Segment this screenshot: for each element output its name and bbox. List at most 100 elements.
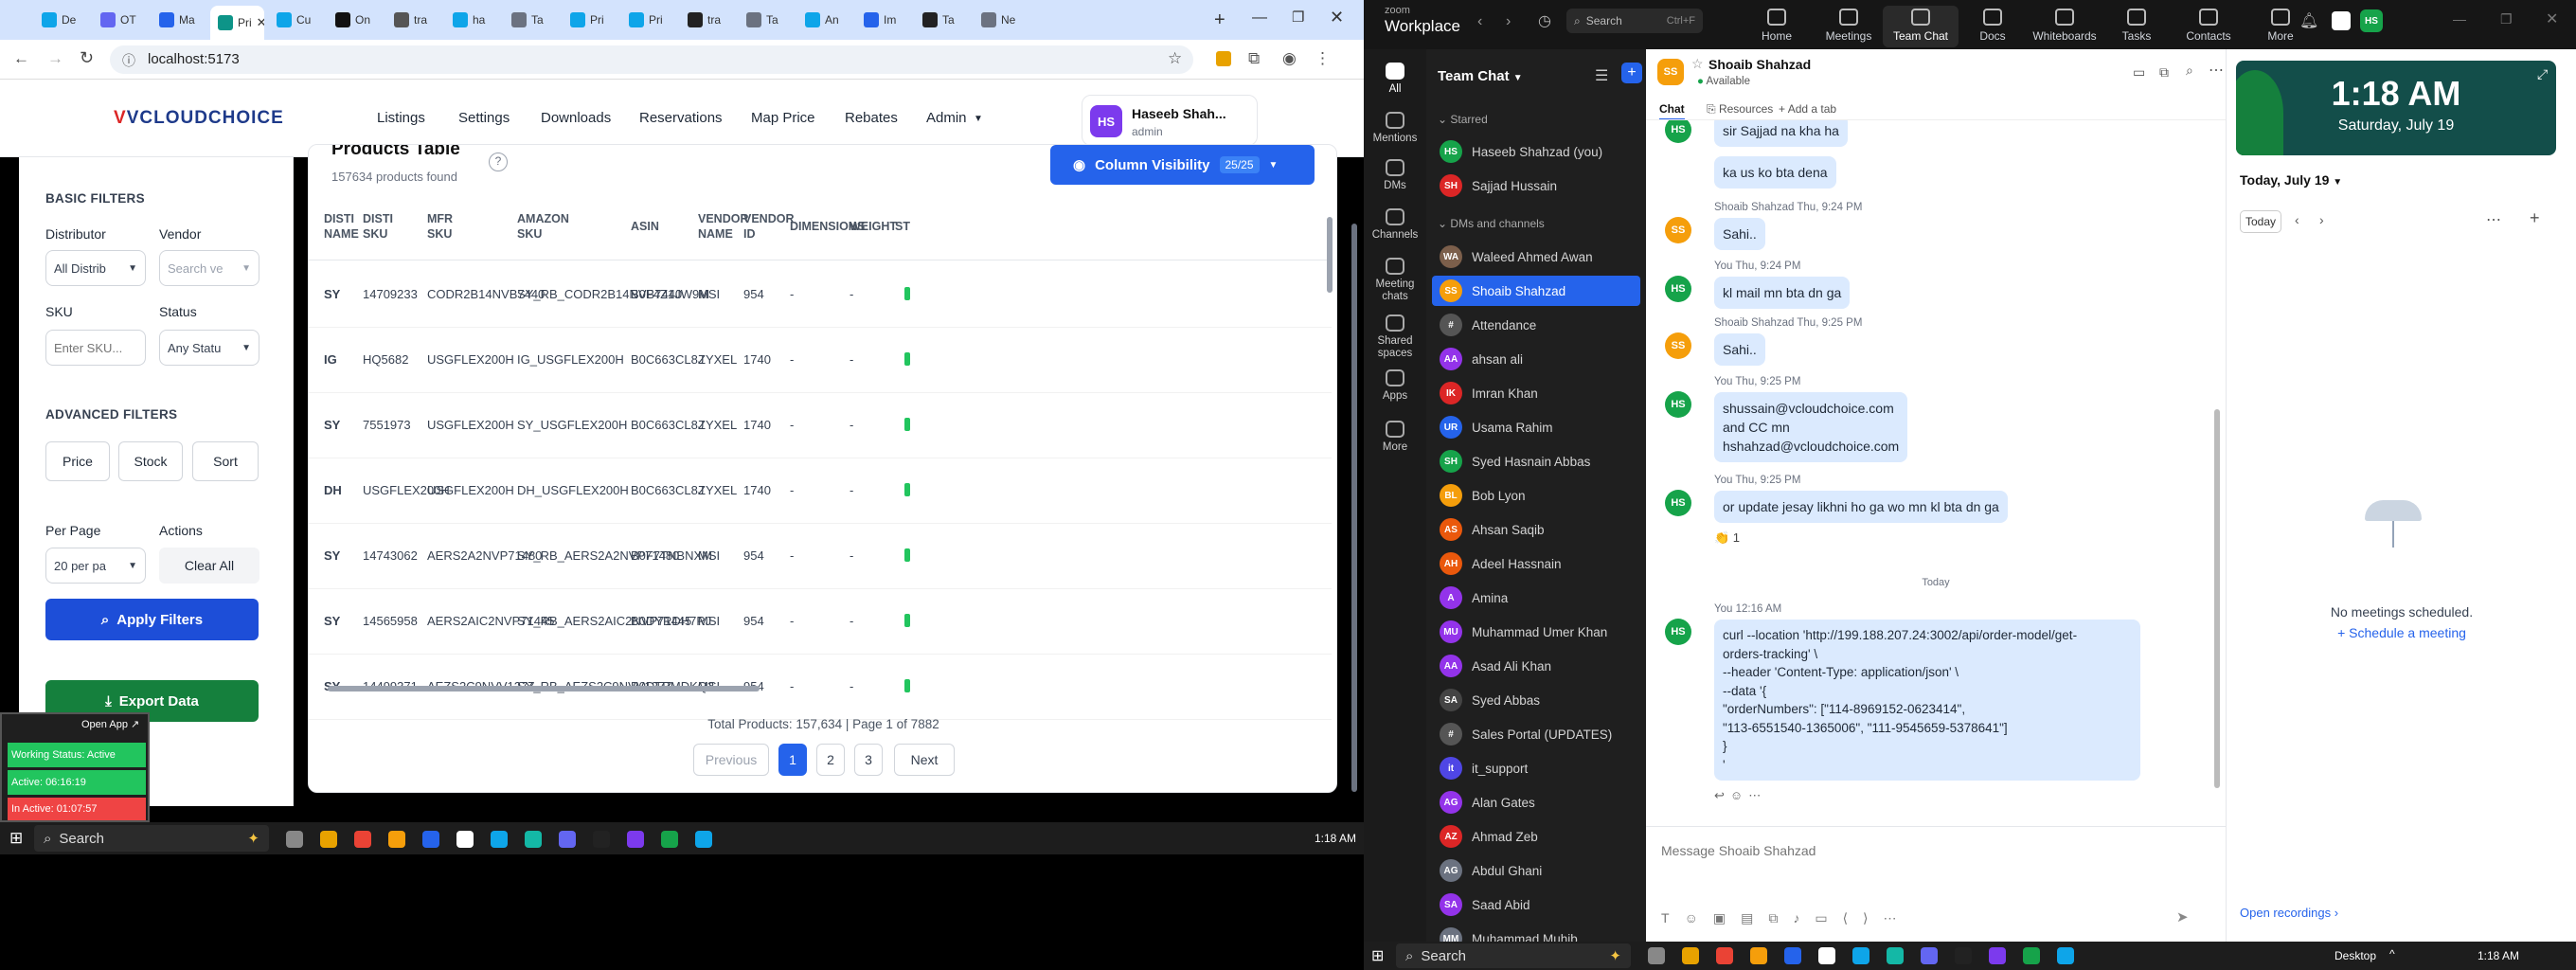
taskbar-app-icon[interactable] xyxy=(525,831,542,848)
windows-start-icon[interactable]: ⊞ xyxy=(9,829,23,848)
taskbar-app-icon[interactable] xyxy=(1989,947,2006,964)
contact-item[interactable]: WA Waleed Ahmed Awan xyxy=(1432,242,1640,272)
contact-item[interactable]: AH Adeel Hassnain xyxy=(1432,548,1640,579)
curl-message-bubble[interactable]: curl --location 'http://199.188.207.24:3… xyxy=(1714,620,2140,781)
help-icon[interactable]: ? xyxy=(489,153,508,171)
chat-contact-name[interactable]: Shoaib Shahzad xyxy=(1708,57,1811,72)
more-icon[interactable]: ⋯ xyxy=(1884,910,1912,925)
browser-tab[interactable]: Pri xyxy=(621,7,675,33)
browser-tab[interactable]: Cu xyxy=(269,7,323,33)
scrollbar-thumb[interactable] xyxy=(328,686,760,692)
message-bubble[interactable]: ka us ko bta dena xyxy=(1714,156,1836,189)
next-page-button[interactable]: Next xyxy=(894,744,955,776)
taskbar-app-icon[interactable] xyxy=(1716,947,1733,964)
message-bubble[interactable]: or update jesay likhni ho ga wo mn kl bt… xyxy=(1714,491,2008,523)
more-icon[interactable]: ⋯ xyxy=(1748,788,1766,802)
sort-filter-button[interactable]: Sort xyxy=(192,441,259,481)
schedule-meeting-link[interactable]: + Schedule a meeting xyxy=(2227,625,2576,640)
starred-contact[interactable]: SH Sajjad Hussain xyxy=(1432,171,1640,201)
star-icon[interactable]: ☆ xyxy=(1691,56,1704,72)
browser-tab[interactable]: Ne xyxy=(974,7,1028,33)
price-filter-button[interactable]: Price xyxy=(45,441,110,481)
rail-item-dms[interactable]: DMs xyxy=(1364,159,1426,192)
browser-tab[interactable]: Im xyxy=(856,7,910,33)
vendor-search-select[interactable]: Search ve ▼ xyxy=(159,250,259,286)
taskbar-app-icon[interactable] xyxy=(1921,947,1938,964)
stock-filter-button[interactable]: Stock xyxy=(118,441,183,481)
zoom-nav-contacts[interactable]: Contacts xyxy=(2171,6,2246,43)
rail-item-all[interactable]: All xyxy=(1364,63,1426,96)
contact-item[interactable]: BL Bob Lyon xyxy=(1432,480,1640,511)
zoom-nav-home[interactable]: Home xyxy=(1739,6,1815,43)
column-visibility-button[interactable]: ◉ Column Visibility 25/25 ▼ xyxy=(1050,145,1315,185)
table-row[interactable]: SY 7551973 USGFLEX200H SY_USGFLEX200H B0C663… xyxy=(309,393,1332,458)
forward-icon[interactable]: → xyxy=(47,49,63,68)
minimize-icon[interactable]: — xyxy=(1252,9,1267,27)
taskbar-app-icon[interactable] xyxy=(491,831,508,848)
more-options-icon[interactable]: ⋯ xyxy=(2209,61,2224,80)
emoji-icon[interactable]: ☺ xyxy=(1730,788,1748,802)
taskbar-app-icon[interactable] xyxy=(388,831,405,848)
column-header[interactable]: ST xyxy=(895,219,910,234)
dms-channels-section[interactable]: ⌄ DMs and channels xyxy=(1438,217,1545,230)
extension-icon[interactable] xyxy=(1216,51,1231,66)
taskbar-search[interactable]: ⌕ Search ✦ xyxy=(34,825,269,852)
open-app-link[interactable]: Open App ↗ xyxy=(81,718,139,730)
screenshot-icon[interactable]: ⧉ xyxy=(1768,910,1793,925)
taskbar-app-icon[interactable] xyxy=(2023,947,2040,964)
emoji-icon[interactable]: ☺ xyxy=(1685,910,1713,925)
contact-item[interactable]: it it_support xyxy=(1432,753,1640,783)
message-bubble[interactable]: kl mail mn bta dn ga xyxy=(1714,277,1851,309)
contact-item[interactable]: SA Saad Abid xyxy=(1432,889,1640,920)
calendar-day-picker[interactable]: Today, July 19 ▼ xyxy=(2240,172,2342,188)
rail-item-mentions[interactable]: Mentions xyxy=(1364,112,1426,145)
puzzle-extensions-icon[interactable]: ⧉ xyxy=(1248,49,1260,68)
desktop-label[interactable]: Desktop xyxy=(2334,949,2376,962)
vertical-scrollbar[interactable] xyxy=(1326,206,1333,679)
gif-icon[interactable]: ▣ xyxy=(1713,910,1741,925)
close-window-icon[interactable]: ✕ xyxy=(1330,8,1344,27)
rail-item-more[interactable]: More xyxy=(1364,421,1426,454)
table-row[interactable]: IG HQ5682 USGFLEX200H IG_USGFLEX200H B0C663C… xyxy=(309,328,1332,393)
zoom-nav-tasks[interactable]: Tasks xyxy=(2099,6,2174,43)
page-scrollbar[interactable] xyxy=(1351,195,1358,811)
taskbar-app-icon[interactable] xyxy=(286,831,303,848)
browser-tab[interactable]: De xyxy=(34,7,88,33)
scrollbar-thumb[interactable] xyxy=(1351,224,1357,792)
taskbar-search[interactable]: ⌕ Search ✦ xyxy=(1396,943,1631,968)
nav-link[interactable]: Rebates xyxy=(845,110,898,126)
column-header[interactable]: AMAZON SKU xyxy=(517,211,569,242)
zoom-nav-team-chat[interactable]: Team Chat xyxy=(1883,6,1959,47)
tray-chevron-icon[interactable]: ^ xyxy=(2389,947,2395,961)
message-bubble[interactable]: Sahi.. xyxy=(1714,218,1765,250)
taskbar-app-icon[interactable] xyxy=(1887,947,1904,964)
text-format-icon[interactable]: T xyxy=(1661,910,1685,925)
scrollbar-thumb[interactable] xyxy=(1327,217,1333,293)
distributor-select[interactable]: All Distrib ▼ xyxy=(45,250,146,286)
back-icon[interactable]: ‹ xyxy=(1477,13,1482,30)
rail-item-channels[interactable]: Channels xyxy=(1364,208,1426,242)
browser-tab[interactable]: tra xyxy=(386,7,440,33)
contact-item[interactable]: AA Asad Ali Khan xyxy=(1432,651,1640,681)
taskbar-app-icon[interactable] xyxy=(1955,947,1972,964)
zoom-app-icon[interactable] xyxy=(2332,11,2351,30)
browser-tab[interactable]: Pri xyxy=(563,7,617,33)
vcloudchoice-logo[interactable]: VVCLOUDCHOICE xyxy=(114,108,284,129)
history-icon[interactable]: ◷ xyxy=(1538,11,1551,30)
message-actions[interactable]: ↩☺⋯ xyxy=(1714,788,2140,803)
maximize-icon[interactable]: ❐ xyxy=(1292,9,1304,26)
next-day-icon[interactable]: › xyxy=(2319,212,2324,227)
contact-item[interactable]: SA Syed Abbas xyxy=(1432,685,1640,715)
page-3-button[interactable]: 3 xyxy=(854,744,883,776)
message-input[interactable] xyxy=(1661,836,2210,865)
search-icon[interactable]: ⌕ xyxy=(2186,63,2193,79)
nav-link[interactable]: Listings xyxy=(377,110,425,126)
bookmark-star-icon[interactable]: ☆ xyxy=(1168,49,1182,68)
nav-link[interactable]: Reservations xyxy=(639,110,723,126)
browser-tab[interactable]: On xyxy=(328,7,382,33)
message-bubble[interactable]: shussain@vcloudchoice.com and CC mn hshahz… xyxy=(1714,392,1908,462)
site-info-icon[interactable]: ⓘ xyxy=(122,51,135,70)
sku-input[interactable] xyxy=(45,330,146,366)
zoom-nav-docs[interactable]: Docs xyxy=(1955,6,2030,43)
chat-scrollbar[interactable] xyxy=(2214,409,2220,788)
